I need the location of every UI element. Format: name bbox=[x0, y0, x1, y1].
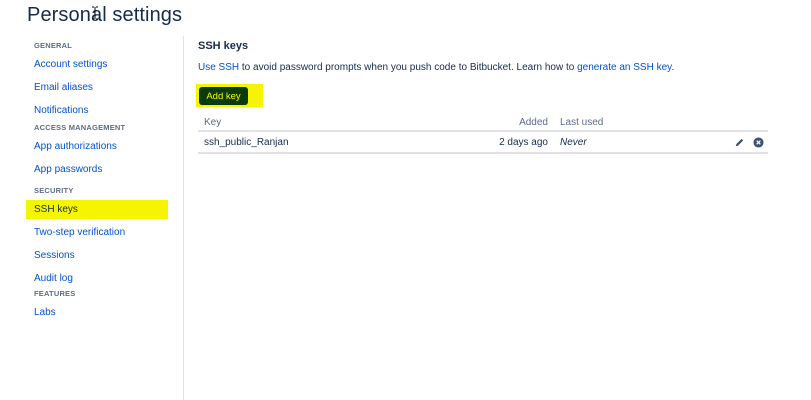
column-header-last-used: Last used bbox=[560, 117, 604, 128]
sidebar-heading-general: GENERAL bbox=[34, 41, 73, 50]
sidebar-item-audit-log[interactable]: Audit log bbox=[26, 269, 168, 288]
intro-text: Use SSH to avoid password prompts when y… bbox=[198, 62, 674, 73]
ssh-keys-table: Key Added Last used ssh_public_Ranjan 2 … bbox=[198, 114, 768, 154]
sidebar-divider bbox=[183, 36, 184, 400]
page-title: Personal settings bbox=[27, 4, 183, 26]
sidebar-item-app-passwords[interactable]: App passwords bbox=[26, 160, 125, 179]
table-row: ssh_public_Ranjan 2 days ago Never bbox=[198, 132, 768, 154]
sidebar-heading-features: FEATURES bbox=[34, 289, 76, 298]
sidebar-heading-security: SECURITY bbox=[34, 186, 74, 195]
generate-ssh-key-link[interactable]: generate an SSH key bbox=[577, 62, 671, 73]
table-header-row: Key Added Last used bbox=[198, 114, 768, 132]
sidebar-heading-access-management: ACCESS MANAGEMENT bbox=[34, 123, 126, 132]
section-title: SSH keys bbox=[198, 40, 249, 52]
close-circle-icon[interactable] bbox=[753, 137, 764, 148]
intro-text-part1: to avoid password prompts when you push … bbox=[239, 62, 578, 73]
sidebar-item-sessions[interactable]: Sessions bbox=[26, 246, 168, 265]
key-last-used: Never bbox=[560, 137, 587, 148]
sidebar-item-ssh-keys[interactable]: SSH keys bbox=[26, 200, 168, 219]
column-header-added: Added bbox=[519, 117, 548, 128]
intro-text-part2: . bbox=[671, 62, 675, 73]
sidebar-item-two-step-verification[interactable]: Two-step verification bbox=[26, 223, 168, 242]
sidebar-item-email-aliases[interactable]: Email aliases bbox=[26, 78, 115, 97]
sidebar-item-account-settings[interactable]: Account settings bbox=[26, 55, 115, 74]
sidebar-item-app-authorizations[interactable]: App authorizations bbox=[26, 137, 125, 156]
use-ssh-link[interactable]: Use SSH bbox=[198, 62, 239, 73]
row-actions bbox=[734, 137, 764, 148]
pencil-icon[interactable] bbox=[734, 137, 745, 148]
column-header-key: Key bbox=[204, 117, 222, 128]
add-key-button[interactable]: Add key bbox=[199, 87, 248, 105]
text-cursor-icon bbox=[92, 6, 98, 20]
key-name: ssh_public_Ranjan bbox=[204, 137, 289, 148]
key-added: 2 days ago bbox=[499, 137, 548, 148]
sidebar-item-labs[interactable]: Labs bbox=[26, 303, 75, 322]
sidebar-item-notifications[interactable]: Notifications bbox=[26, 101, 115, 120]
